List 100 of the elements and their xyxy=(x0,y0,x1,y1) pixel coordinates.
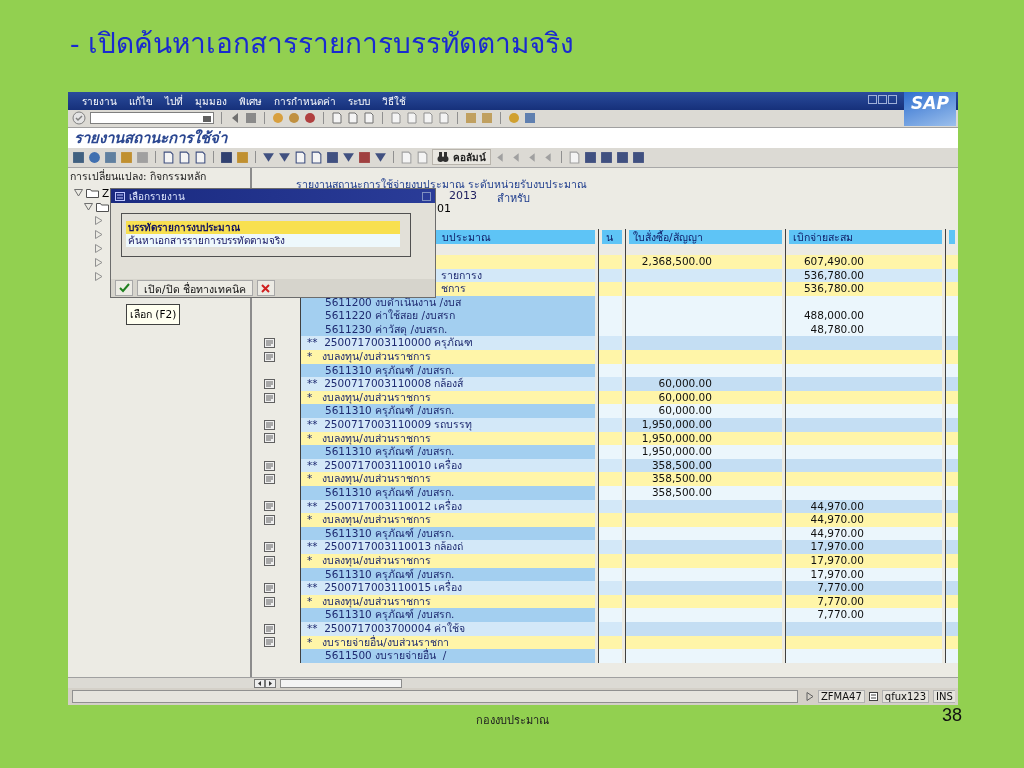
circle-icon[interactable] xyxy=(88,150,101,164)
columns-button[interactable]: คอลัมน์ xyxy=(432,149,491,166)
table-cell: 5611310 ครุภัณฑ์ /งบสรก. xyxy=(300,486,598,500)
dropdown-icon[interactable] xyxy=(203,114,211,123)
cancel-button[interactable] xyxy=(256,280,275,296)
triangle-icon[interactable] xyxy=(278,150,291,164)
document-icon[interactable] xyxy=(264,501,275,512)
page-icon[interactable] xyxy=(194,150,207,164)
table-cell xyxy=(598,581,625,595)
circle-icon[interactable] xyxy=(304,112,316,125)
document-icon[interactable] xyxy=(264,433,275,444)
square-icon[interactable] xyxy=(326,150,339,164)
page-icon[interactable] xyxy=(178,150,191,164)
list-item[interactable]: ค้นหาเอกสารรายการบรรทัดตามจริง xyxy=(126,234,400,247)
menu-item[interactable]: ไปที่ xyxy=(165,95,183,108)
page-icon[interactable] xyxy=(363,112,375,125)
logo: SAP xyxy=(904,92,956,126)
table-cell xyxy=(945,377,958,391)
document-icon[interactable] xyxy=(264,338,275,349)
square-icon[interactable] xyxy=(358,150,371,164)
table-cell: 5611500 งบรายจ่ายอื่น / xyxy=(300,649,598,663)
document-icon[interactable] xyxy=(264,515,275,525)
table-cell xyxy=(598,418,625,432)
page-icon[interactable] xyxy=(331,112,343,125)
scroll-thumb[interactable] xyxy=(280,678,402,688)
menu-item[interactable]: วิธีใช้ xyxy=(382,95,406,108)
table-cell: 5611220 ค่าใช้สอย /งบสรก xyxy=(300,309,598,323)
document-icon[interactable] xyxy=(264,582,275,593)
folder-icon xyxy=(96,201,109,212)
table-cell xyxy=(945,608,958,622)
collapsed-arrow-icon[interactable] xyxy=(94,244,103,254)
menu-item[interactable]: มุมมอง xyxy=(195,95,227,108)
column-header[interactable]: ใบสั่งซื้อ/สัญญา xyxy=(629,229,782,244)
command-field[interactable] xyxy=(90,112,214,125)
document-icon[interactable] xyxy=(264,637,275,648)
menu-item[interactable]: การกำหนดค่า xyxy=(274,95,336,108)
table-cell: * งบลงทุน/งบส่วนราชการ xyxy=(300,472,598,486)
tree-item[interactable]: Z xyxy=(102,186,110,199)
square-icon[interactable] xyxy=(632,150,645,164)
table-cell xyxy=(598,377,625,391)
table-cell: 358,500.00 xyxy=(625,472,785,486)
list-item[interactable]: บรรทัดรายการงบประมาณ xyxy=(126,221,400,234)
document-icon[interactable] xyxy=(264,419,275,430)
square-icon[interactable] xyxy=(616,150,629,164)
expanded-arrow-icon[interactable] xyxy=(74,188,83,198)
square-icon[interactable] xyxy=(600,150,613,164)
square-icon[interactable] xyxy=(72,150,85,164)
page-icon[interactable] xyxy=(310,150,323,164)
triangle-icon[interactable] xyxy=(342,150,355,164)
page-icon[interactable] xyxy=(422,112,434,125)
server-icon[interactable] xyxy=(868,692,878,701)
page-icon[interactable] xyxy=(406,112,418,125)
document-icon[interactable] xyxy=(264,623,275,634)
collapsed-arrow-icon[interactable] xyxy=(94,230,103,240)
table-cell xyxy=(945,581,958,595)
check-icon[interactable] xyxy=(72,111,86,126)
collapsed-arrow-icon[interactable] xyxy=(94,272,103,282)
page-icon[interactable] xyxy=(162,150,175,164)
page-icon[interactable] xyxy=(294,150,307,164)
document-icon[interactable] xyxy=(264,542,275,553)
report-year: 2013 xyxy=(449,188,477,202)
expanded-arrow-icon[interactable] xyxy=(84,202,93,212)
menu-item[interactable]: พิเศษ xyxy=(239,95,262,108)
triangle-icon[interactable] xyxy=(262,150,275,164)
document-icon[interactable] xyxy=(264,460,275,471)
collapsed-arrow-icon[interactable] xyxy=(94,216,103,226)
column-header[interactable]: น xyxy=(602,229,622,244)
document-icon[interactable] xyxy=(264,392,275,403)
table-cell xyxy=(945,649,958,663)
page-icon[interactable] xyxy=(438,112,450,125)
menu-item[interactable]: แก้ไข xyxy=(129,95,153,108)
triangle-icon[interactable] xyxy=(374,150,387,164)
technical-names-button[interactable]: เปิด/ปิด ชื่อทางเทคนิค xyxy=(137,280,253,296)
maximize-icon[interactable] xyxy=(422,191,431,201)
expand-arrow-icon[interactable] xyxy=(806,692,814,701)
column-header[interactable]: เบิกจ่ายสะสม xyxy=(789,229,942,244)
horizontal-scrollbar[interactable] xyxy=(68,677,958,689)
menu-item[interactable]: รายงาน xyxy=(82,95,117,108)
table-cell xyxy=(945,404,958,419)
table-cell: 2,368,500.00 xyxy=(625,254,785,269)
window-controls-icon[interactable] xyxy=(868,94,898,104)
table-cell: ** 2500717003110008 กล้องส์ xyxy=(300,377,598,391)
document-icon[interactable] xyxy=(264,555,275,566)
report-label: สำหรับ xyxy=(497,190,530,202)
document-icon[interactable] xyxy=(264,351,275,362)
document-icon[interactable] xyxy=(264,596,275,607)
menu-item[interactable]: ระบบ xyxy=(348,95,370,108)
table-cell xyxy=(945,336,958,351)
document-icon[interactable] xyxy=(264,379,275,390)
page-icon[interactable] xyxy=(347,112,359,125)
confirm-button[interactable] xyxy=(115,280,133,296)
document-icon[interactable] xyxy=(264,474,275,485)
page-icon[interactable] xyxy=(390,112,402,125)
square-icon[interactable] xyxy=(584,150,597,164)
status-mode: INS xyxy=(933,690,955,703)
square-icon[interactable] xyxy=(220,150,233,164)
collapsed-arrow-icon[interactable] xyxy=(94,258,103,268)
scroll-arrows-icon[interactable] xyxy=(254,678,276,688)
slide-title: - เปิดค้นหาเอกสารรายการบรรทัดตามจริง xyxy=(69,26,576,62)
table-cell xyxy=(598,404,625,419)
